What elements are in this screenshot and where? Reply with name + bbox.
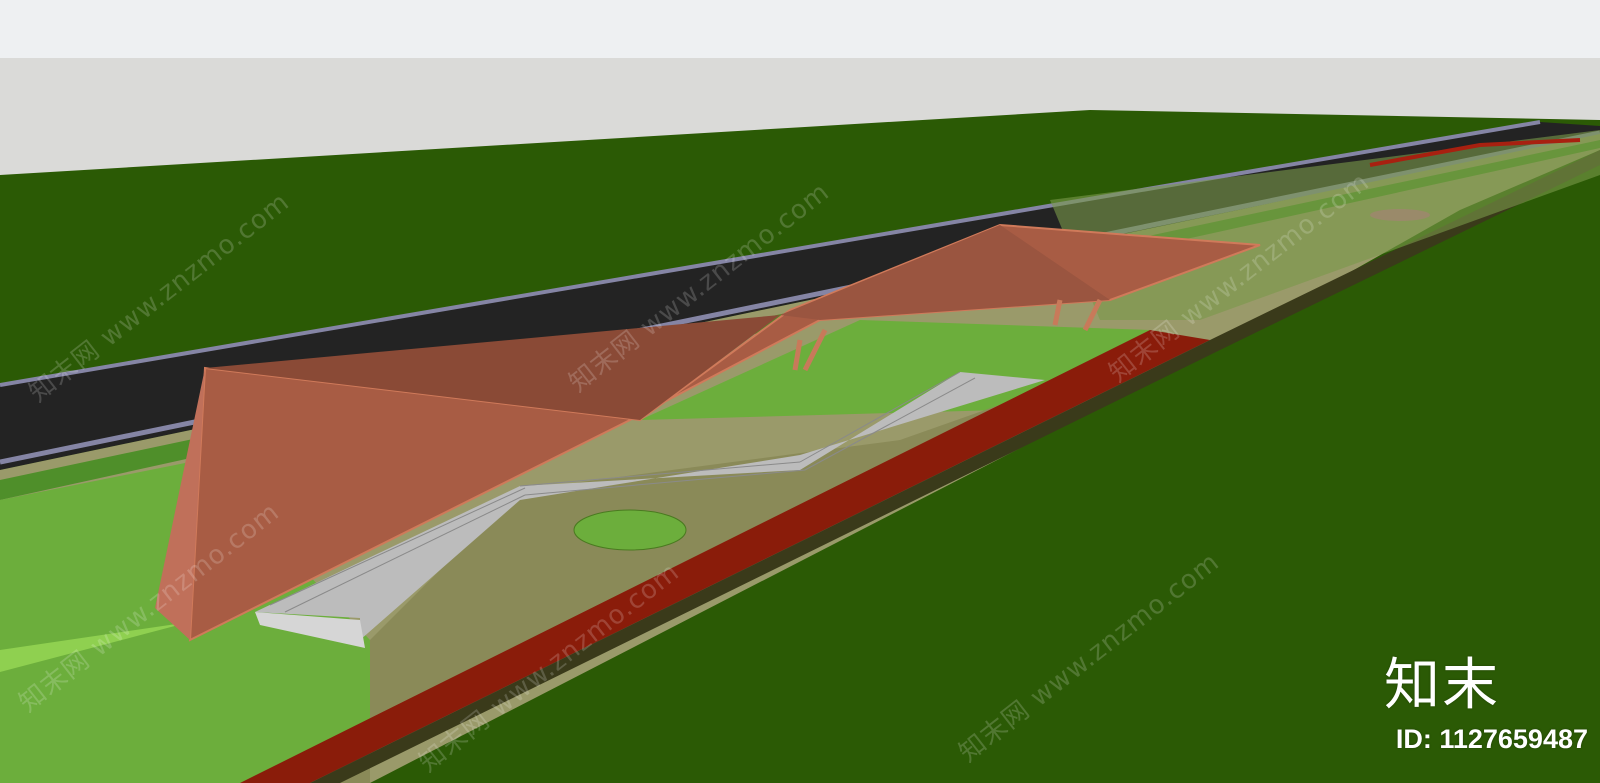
oval-lawn: [573, 509, 687, 551]
brand-logo-text: 知末: [1384, 653, 1500, 718]
sky: [0, 0, 1600, 60]
far-round-plaza: [1370, 209, 1430, 221]
scene-drawing: [0, 0, 1600, 783]
image-id-label: ID: 1127659487: [1395, 724, 1588, 754]
landscape-render: 知末网 www.znzmo.com 知末网 www.znzmo.com 知末网 …: [0, 0, 1600, 783]
